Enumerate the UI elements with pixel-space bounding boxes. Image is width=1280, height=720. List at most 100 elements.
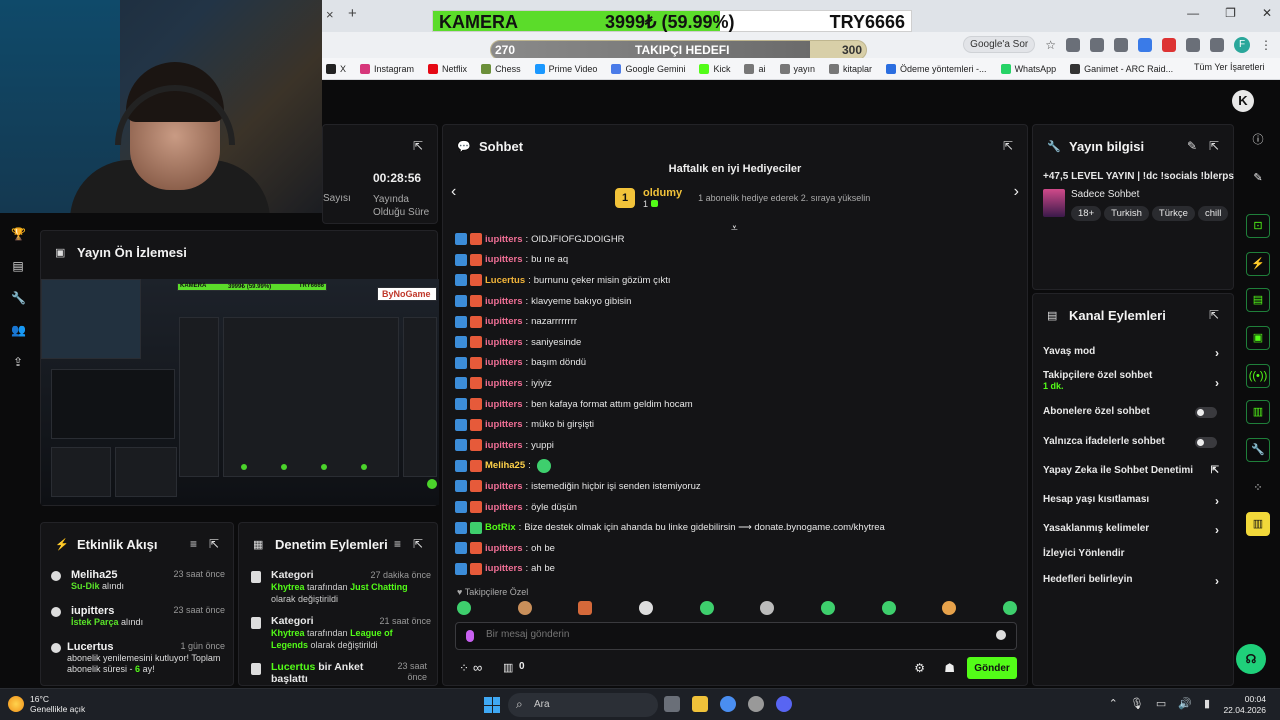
upload-icon[interactable]: ⇪ — [11, 355, 25, 369]
extension-icon[interactable] — [1186, 37, 1200, 52]
bookmark-item[interactable]: Instagram — [360, 63, 414, 74]
people-icon[interactable]: ⁘ — [1246, 476, 1270, 500]
bookmark-item[interactable]: ai — [744, 63, 766, 74]
extension-icon[interactable] — [1210, 37, 1224, 52]
emote[interactable] — [881, 601, 896, 615]
popout-icon[interactable]: ⇱ — [1003, 139, 1013, 153]
chat-username[interactable]: iupitters — [485, 481, 522, 492]
channel-action-item[interactable]: Yalnızca ifadelerle sohbet — [1043, 436, 1227, 448]
document-icon[interactable]: ▤ — [1246, 288, 1270, 312]
channel-action-item[interactable]: Abonelere özel sohbet — [1043, 406, 1227, 418]
chat-bubble-icon[interactable]: ▣ — [1246, 326, 1270, 350]
category-thumbnail[interactable] — [1043, 189, 1065, 217]
channel-action-item[interactable]: İzleyici Yönlendir — [1043, 548, 1227, 559]
close-tab-icon[interactable]: × — [326, 7, 334, 22]
chat-username[interactable]: iupitters — [485, 254, 522, 265]
points-icon[interactable]: ⁘ — [459, 661, 469, 675]
extension-icon[interactable] — [1162, 37, 1176, 52]
star-icon[interactable]: ☆ — [1045, 38, 1056, 52]
chevron-right-icon[interactable]: › — [1014, 183, 1019, 201]
external-link-icon[interactable]: ⇱ — [1211, 465, 1219, 476]
popout-icon[interactable]: ⇱ — [209, 537, 219, 551]
chevron-up-icon[interactable]: ⌃ — [1109, 697, 1118, 710]
chat-username[interactable]: iupitters — [485, 378, 522, 389]
stream-tag[interactable]: 18+ — [1071, 206, 1102, 221]
gift-box-icon[interactable]: ▥ — [503, 661, 513, 674]
extension-icon[interactable] — [1090, 37, 1104, 52]
chat-username[interactable]: BotRix — [485, 522, 516, 533]
filter-icon[interactable]: ≡ — [190, 537, 197, 551]
microphone-icon[interactable]: 🎙 — [1130, 697, 1144, 710]
chat-username[interactable]: iupitters — [485, 419, 522, 430]
chevron-right-icon[interactable]: › — [1215, 494, 1219, 508]
popout-icon[interactable]: ⇱ — [413, 537, 423, 551]
chat-input[interactable] — [486, 629, 966, 640]
bookmark-item[interactable]: WhatsApp — [1000, 63, 1056, 74]
emote[interactable] — [760, 601, 775, 615]
windows-start-icon[interactable] — [484, 697, 500, 713]
profile-avatar[interactable]: F — [1234, 36, 1250, 53]
monitor-icon[interactable]: ▭ — [1156, 697, 1166, 710]
chat-username[interactable]: iupitters — [485, 502, 522, 513]
clock[interactable]: 00:04 22.04.2026 — [1223, 694, 1266, 716]
emote[interactable] — [820, 601, 835, 615]
wrench-icon[interactable]: 🔧 — [1246, 438, 1270, 462]
emote[interactable] — [578, 601, 593, 615]
google-ask-pill[interactable]: Google'a Sor — [963, 36, 1036, 53]
extension-icon[interactable] — [1066, 37, 1080, 52]
weather-widget[interactable]: 16°C Genellikle açık — [8, 694, 85, 714]
kick-logo[interactable]: K — [1232, 90, 1254, 112]
stream-tag[interactable]: Turkish — [1104, 206, 1149, 221]
moderation-icon[interactable]: ▥ — [1246, 400, 1270, 424]
chevron-right-icon[interactable]: › — [1215, 574, 1219, 588]
chevron-left-icon[interactable]: ‹ — [451, 183, 456, 201]
chat-username[interactable]: iupitters — [485, 357, 522, 368]
popout-icon[interactable]: ⇱ — [1209, 308, 1219, 322]
stream-tag[interactable]: chill — [1197, 206, 1229, 221]
channel-action-item[interactable]: Takipçilere özel sohbet 1 dk. › — [1043, 370, 1227, 391]
bookmark-item[interactable]: Chess — [481, 63, 521, 74]
broadcast-icon[interactable]: ((•)) — [1246, 364, 1270, 388]
channel-action-item[interactable]: Yavaş mod › — [1043, 346, 1227, 360]
channel-action-item[interactable]: Hesap yaşı kısıtlaması › — [1043, 494, 1227, 508]
battery-icon[interactable]: ▮ — [1204, 697, 1210, 710]
emote[interactable] — [457, 601, 471, 615]
community-icon[interactable]: 👥 — [11, 323, 26, 337]
filter-icon[interactable]: ≡ — [394, 537, 401, 551]
close-window-icon[interactable]: ✕ — [1262, 6, 1272, 20]
chat-username[interactable]: iupitters — [485, 543, 522, 554]
send-button[interactable]: Gönder — [967, 657, 1017, 679]
chat-username[interactable]: iupitters — [485, 563, 522, 574]
extension-icon[interactable] — [1114, 37, 1128, 52]
bookmark-item[interactable]: Netflix — [428, 63, 467, 74]
preview-video[interactable]: KAMERA 3999₺ (59.99%) TRY6666 ByNoGame — [41, 279, 439, 505]
task-view-icon[interactable] — [664, 696, 680, 712]
popout-icon[interactable]: ⇱ — [1209, 139, 1219, 153]
bot-icon[interactable]: ☗ — [944, 661, 955, 675]
gift-icon[interactable]: ▥ — [1246, 512, 1270, 536]
emote[interactable] — [1002, 601, 1017, 615]
chat-username[interactable]: Meliha25 — [485, 460, 525, 471]
emote[interactable] — [536, 458, 551, 473]
bookmark-item[interactable]: Ganimet - ARC Raid... — [1070, 63, 1173, 74]
chevron-right-icon[interactable]: › — [1215, 376, 1219, 390]
edit-icon[interactable]: ✎ — [1187, 139, 1197, 153]
chevron-right-icon[interactable]: › — [1215, 523, 1219, 537]
menu-icon[interactable]: ⋮ — [1260, 38, 1272, 52]
emoji-icon[interactable] — [996, 630, 1006, 640]
restore-icon[interactable]: ❐ — [1225, 6, 1236, 20]
category-name[interactable]: Sadece Sohbet — [1071, 189, 1139, 200]
settings-gear-icon[interactable]: ⚙ — [914, 661, 925, 675]
bookmark-item[interactable]: Google Gemini — [611, 63, 685, 74]
edit-icon[interactable]: ✎ — [1246, 166, 1270, 190]
channel-action-item[interactable]: Yapay Zeka ile Sohbet Denetimi ⇱ — [1043, 465, 1227, 476]
bookmark-item[interactable]: kitaplar — [829, 63, 872, 74]
emote[interactable] — [638, 601, 653, 615]
chat-username[interactable]: iupitters — [485, 316, 522, 327]
channel-action-item[interactable]: Yasaklanmış kelimeler › — [1043, 523, 1227, 537]
chat-username[interactable]: iupitters — [485, 440, 522, 451]
bookmark-item[interactable]: Prime Video — [534, 63, 597, 74]
bookmark-item[interactable]: yayın — [779, 63, 815, 74]
all-bookmarks[interactable]: Tüm Yer İşaretleri — [1194, 62, 1268, 72]
chat-username[interactable]: Lucertus — [485, 275, 525, 286]
